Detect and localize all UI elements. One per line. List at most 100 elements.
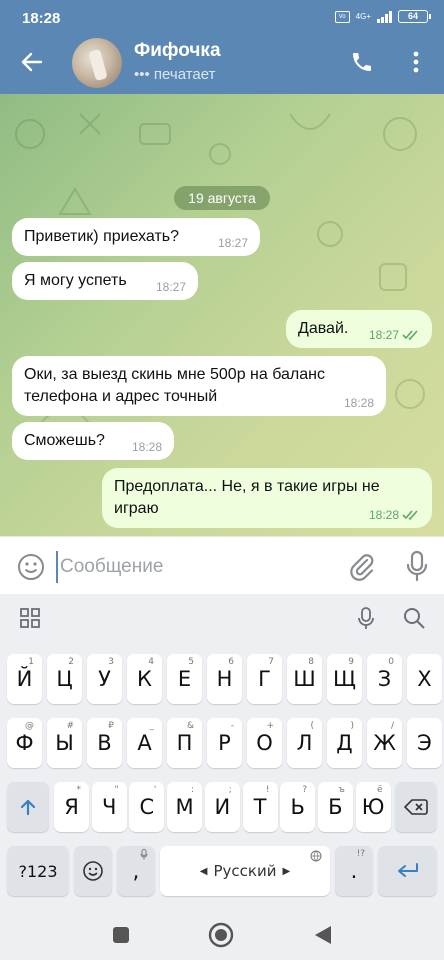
triangle-back-icon: [315, 926, 331, 944]
key-hint: ?: [302, 785, 308, 795]
key-hint: 2: [68, 657, 74, 667]
message-time: 18:27: [155, 280, 186, 294]
key-ж[interactable]: Ж /: [367, 718, 402, 768]
more-options-button[interactable]: [402, 46, 430, 78]
key-т[interactable]: Т!: [242, 782, 278, 832]
key-е[interactable]: Е5: [167, 654, 202, 704]
key-я[interactable]: Я *: [54, 782, 89, 832]
message-bubble[interactable]: Сможешь? 18:28: [12, 422, 174, 460]
avatar[interactable]: [72, 38, 122, 88]
key-hint: ): [350, 721, 354, 731]
emoji-button[interactable]: [16, 552, 46, 582]
enter-key[interactable]: [378, 846, 437, 896]
key-о[interactable]: О +: [247, 718, 282, 768]
key-и[interactable]: И;: [204, 782, 240, 832]
backspace-key[interactable]: [395, 782, 437, 832]
call-button[interactable]: [346, 46, 378, 78]
key-ь[interactable]: Ь?: [280, 782, 316, 832]
key-х[interactable]: Х: [407, 654, 442, 704]
key-д[interactable]: Д): [327, 718, 362, 768]
keyboard-search-button[interactable]: [402, 606, 428, 632]
key-в[interactable]: В ₽: [87, 718, 122, 768]
message-input[interactable]: [56, 551, 326, 583]
key-г[interactable]: Г7: [247, 654, 282, 704]
recents-button[interactable]: [108, 922, 134, 948]
key-з[interactable]: З0: [367, 654, 402, 704]
smiley-icon: [83, 861, 103, 881]
key-у[interactable]: У3: [87, 654, 122, 704]
key-hint: _: [149, 721, 155, 731]
chat-title[interactable]: Фифочка: [134, 40, 221, 62]
message-bubble[interactable]: Предоплата... Не, я в такие игры не игра…: [102, 468, 432, 528]
key-щ[interactable]: Щ9: [327, 654, 362, 704]
message-bubble[interactable]: Я могу успеть 18:27: [12, 262, 198, 300]
microphone-icon: [406, 550, 428, 582]
key-н[interactable]: Н6: [207, 654, 242, 704]
key-а[interactable]: А _: [127, 718, 162, 768]
enter-icon: [397, 863, 418, 877]
key-э[interactable]: Э: [407, 718, 442, 768]
back-button[interactable]: [16, 46, 48, 78]
status-time: 18:28: [22, 10, 61, 27]
key-letter: Г: [258, 667, 271, 691]
key-letter: Ф: [15, 731, 34, 755]
comma-label: ,: [132, 859, 140, 883]
keyboard-menu-button[interactable]: [18, 606, 44, 632]
key-letter: Ч: [101, 795, 117, 819]
key-hint: ": [114, 785, 119, 795]
key-hint: *: [76, 785, 82, 795]
key-hint: /: [390, 721, 394, 731]
key-л[interactable]: Л(: [287, 718, 322, 768]
key-hint: 5: [188, 657, 194, 667]
key-й[interactable]: Й1: [7, 654, 42, 704]
key-с[interactable]: С ': [129, 782, 165, 832]
key-letter: Э: [417, 731, 432, 755]
double-check-icon: [402, 330, 418, 340]
volte-icon: Vo: [334, 10, 350, 23]
message-time: 18:28: [131, 440, 162, 454]
key-hint: ;: [228, 785, 232, 795]
key-ю[interactable]: Юё: [355, 782, 391, 832]
key-п[interactable]: П &: [167, 718, 202, 768]
space-left-arrow: ◀: [199, 865, 208, 877]
shift-key[interactable]: [7, 782, 49, 832]
key-letter: П: [176, 731, 193, 755]
key-letter: К: [137, 667, 152, 691]
voice-record-button[interactable]: [402, 549, 432, 583]
message-text: Оки, за выезд скинь мне 500р на баланс т…: [24, 366, 325, 405]
key-hint: -: [230, 721, 234, 731]
message-bubble[interactable]: Оки, за выезд скинь мне 500р на баланс т…: [12, 356, 386, 416]
key-м[interactable]: М:: [167, 782, 203, 832]
key-ч[interactable]: Ч ": [91, 782, 127, 832]
period-key[interactable]: !? .: [335, 846, 373, 896]
key-letter: У: [98, 667, 111, 691]
microphone-icon: [358, 607, 374, 629]
back-nav-button[interactable]: [310, 922, 336, 948]
space-key[interactable]: ◀ Русский ▶: [160, 846, 330, 896]
message-bubble[interactable]: Приветик) приехать? 18:27: [12, 218, 260, 256]
key-letter: А: [137, 731, 152, 755]
emoji-key[interactable]: [74, 846, 112, 896]
key-ф[interactable]: Ф @: [7, 718, 42, 768]
key-ш[interactable]: Ш8: [287, 654, 322, 704]
key-к[interactable]: К4: [127, 654, 162, 704]
more-vertical-icon: [413, 51, 419, 73]
key-letter: Щ: [333, 667, 356, 691]
key-ы[interactable]: Ы #: [47, 718, 82, 768]
battery-level: 64: [407, 11, 418, 21]
key-ц[interactable]: Ц2: [47, 654, 82, 704]
attach-button[interactable]: [346, 551, 376, 583]
home-button[interactable]: [208, 922, 234, 948]
chat-area[interactable]: 19 августа Приветик) приехать? 18:27 Я м…: [0, 94, 444, 536]
paperclip-icon: [350, 554, 374, 581]
key-р[interactable]: Р-: [207, 718, 242, 768]
comma-key[interactable]: ,: [117, 846, 155, 896]
voice-input-button[interactable]: [354, 606, 380, 632]
key-letter: Д: [336, 731, 353, 755]
chat-header: 18:28 Vo 4G+ 64 Фифочка ••• печатает: [0, 0, 444, 94]
message-bubble[interactable]: Давай. 18:27: [286, 310, 432, 348]
symbols-key[interactable]: ?123: [7, 846, 69, 896]
status-bar: 18:28 Vo 4G+ 64: [0, 0, 444, 36]
key-б[interactable]: Бъ: [317, 782, 353, 832]
key-hint: 8: [308, 657, 314, 667]
